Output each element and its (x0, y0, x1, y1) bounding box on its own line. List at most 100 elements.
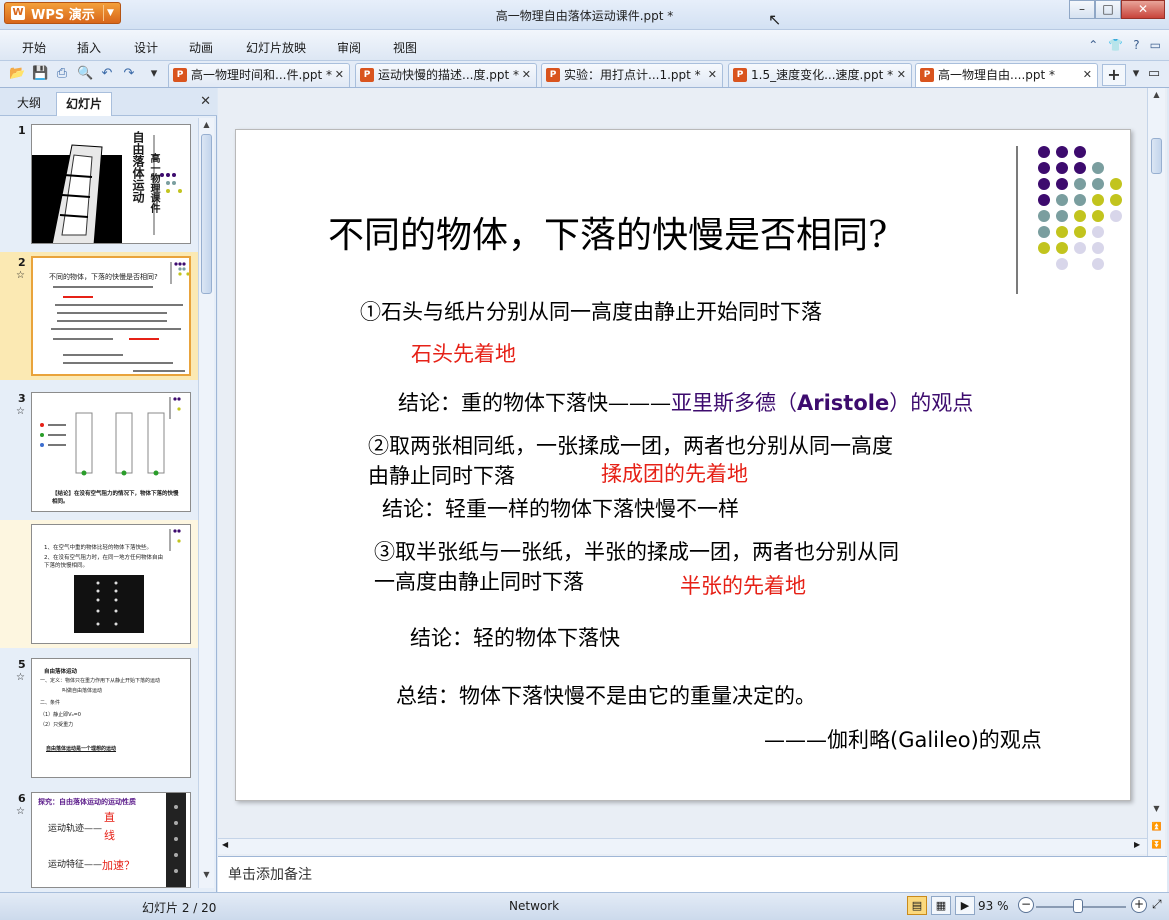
thumbnail-slide-5[interactable]: 5 ☆ 自由落体运动 一、定义：物体只在重力作用下从静止开始下落的运动 叫做自由… (0, 654, 198, 782)
maximize-button[interactable]: □ (1095, 0, 1121, 19)
decorative-divider (1016, 146, 1018, 294)
next-slide-icon[interactable]: ⏬ (1148, 840, 1165, 849)
menu-insert[interactable]: 插入 (77, 39, 101, 56)
scroll-left-icon[interactable]: ◀ (222, 840, 228, 849)
menu-view[interactable]: 视图 (393, 39, 417, 56)
zoom-level: 93 % (978, 899, 1009, 913)
tab-list-dropdown-icon[interactable]: ▾ (1128, 66, 1144, 82)
ppt-file-icon: P (733, 68, 747, 82)
doc-tab-3[interactable]: P 实验：用打点计...1.ppt * ✕ (541, 63, 723, 87)
doc-tab-label: 实验：用打点计...1.ppt * (564, 68, 701, 82)
doc-tab-1[interactable]: P 高一物理时间和...件.ppt * ✕ (168, 63, 350, 87)
thumbnail-slide-6[interactable]: 6 ☆ 探究：自由落体运动的运动性质 运动轨迹—— 直 线 运动特征—— 加速？ (0, 788, 198, 888)
slide-title[interactable]: 不同的物体，下落的快慢是否相同? (328, 206, 887, 258)
slide-number: 2 (18, 256, 26, 269)
slideshow-view-icon[interactable]: ▶ (955, 896, 975, 915)
window-controls: – □ ✕ (1069, 0, 1165, 19)
close-icon[interactable]: ✕ (522, 64, 531, 86)
undo-icon[interactable]: ↶ (99, 66, 115, 82)
thumbnail-slide-3[interactable]: 3 ☆ 【结论】在没有空气阻力的情况下，物体下落的快慢相同。 (0, 388, 198, 516)
thumbnail-line: 自由落体运动是一个理想的运动 (46, 746, 117, 752)
conclusion-2[interactable]: 结论：轻重一样的物体下落快慢不一样 (382, 493, 739, 523)
skin-icon[interactable]: 👕 (1108, 38, 1123, 52)
film-strip-image (166, 793, 186, 887)
zoom-out-button[interactable]: − (1018, 897, 1034, 913)
doc-tab-2[interactable]: P 运动快慢的描述...度.ppt * ✕ (355, 63, 537, 87)
scroll-right-icon[interactable]: ▶ (1134, 840, 1140, 849)
thumbnail-slide-4[interactable]: 1、在空气中重的物体比轻的物体下落快些。 2、在没有空气阻力时，在同一地方任何物… (0, 520, 198, 648)
item-2-line-1[interactable]: ②取两张相同纸，一张揉成一团，两者也分别从同一高度 (368, 430, 893, 460)
scroll-up-icon[interactable]: ▲ (1148, 90, 1165, 99)
slide-thumbnail-panel: 大纲 幻灯片 ✕ 1 自由落体运动 高一物理课件 2 ☆ 不同的物体，下落的快慢… (0, 88, 217, 892)
item-3-result[interactable]: 半张的先着地 (680, 570, 806, 600)
thumbnail-caption: 【结论】在没有空气阻力的情况下，物体下落的快慢相同。 (52, 491, 179, 505)
close-icon[interactable]: ✕ (200, 94, 211, 109)
conclusion-1[interactable]: 结论：重的物体下落快———亚里斯多德（Aristole）的观点 (398, 387, 973, 417)
item-1-result[interactable]: 石头先着地 (411, 338, 516, 368)
tab-restore-icon[interactable]: ▭ (1146, 66, 1162, 82)
slide-number: 6 (18, 792, 26, 805)
menu-slideshow[interactable]: 幻灯片放映 (246, 39, 306, 56)
close-icon[interactable]: ✕ (335, 64, 344, 86)
new-tab-button[interactable]: + (1102, 64, 1126, 86)
print-preview-icon[interactable]: 🔍 (77, 66, 93, 82)
help-icon[interactable]: ? (1133, 38, 1139, 52)
toolbar-dropdown-icon[interactable]: ▾ (146, 66, 162, 82)
print-icon[interactable]: ⎙ (54, 66, 70, 82)
zoom-slider-thumb[interactable] (1073, 899, 1083, 913)
scroll-up-icon[interactable]: ▲ (199, 120, 214, 129)
thumbnail-title: 自由落体运动 (131, 131, 145, 203)
scrollbar-thumb[interactable] (201, 134, 212, 294)
animation-star-icon: ☆ (16, 406, 25, 417)
notes-pane[interactable]: 单击添加备注 (218, 856, 1167, 892)
menu-review[interactable]: 审阅 (337, 39, 361, 56)
doc-tab-4[interactable]: P 1.5_速度变化...速度.ppt * ✕ (728, 63, 912, 87)
close-icon[interactable]: ✕ (708, 64, 717, 86)
summary-text[interactable]: 总结：物体下落快慢不是由它的重量决定的。 (396, 680, 816, 710)
close-icon[interactable]: ✕ (897, 64, 906, 86)
menu-animation[interactable]: 动画 (189, 39, 213, 56)
thumbnail-scrollbar[interactable]: ▲ ▼ (198, 118, 214, 888)
aristotle-name: Aristole (797, 391, 890, 415)
thumbnail-line: （2）只受重力 (40, 722, 74, 728)
scroll-down-icon[interactable]: ▼ (1148, 804, 1165, 813)
slide-vertical-scrollbar[interactable]: ▲ ▼ ⏫ ⏬ (1147, 88, 1165, 856)
conclusion-3[interactable]: 结论：轻的物体下落快 (410, 622, 620, 652)
item-2-result[interactable]: 揉成团的先着地 (601, 458, 748, 488)
menu-design[interactable]: 设计 (134, 39, 158, 56)
conclusion-1-suffix: ）的观点 (889, 391, 974, 415)
redo-icon[interactable]: ↷ (121, 66, 137, 82)
restore-icon[interactable]: ▭ (1150, 38, 1161, 52)
zoom-in-button[interactable]: + (1131, 897, 1147, 913)
save-icon[interactable]: 💾 (32, 66, 48, 82)
previous-slide-icon[interactable]: ⏫ (1148, 822, 1165, 831)
open-folder-icon[interactable]: 📂 (9, 66, 25, 82)
slide-horizontal-scrollbar[interactable]: ◀ ▶ (218, 838, 1147, 854)
doc-tab-5-active[interactable]: P 高一物理自由....ppt * ✕ (915, 63, 1098, 87)
ppt-file-icon: P (920, 68, 934, 82)
item-1-text[interactable]: ①石头与纸片分别从同一高度由静止开始同时下落 (360, 296, 822, 326)
slide-sorter-view-icon[interactable]: ▦ (931, 896, 951, 915)
item-3-line-2[interactable]: 一高度由静止同时下落 (374, 566, 584, 596)
slide-number: 1 (18, 124, 26, 137)
current-slide[interactable]: 不同的物体，下落的快慢是否相同? ①石头与纸片分别从同一高度由静止开始同时下落 … (235, 129, 1131, 801)
close-icon[interactable]: ✕ (1083, 64, 1092, 86)
tab-slides[interactable]: 幻灯片 (56, 92, 113, 116)
thumbnail-slide-2[interactable]: 2 ☆ 不同的物体，下落的快慢是否相同? (0, 252, 198, 380)
item-3-line-1[interactable]: ③取半张纸与一张纸，半张的揉成一团，两者也分别从同 (374, 536, 899, 566)
item-2-line-2[interactable]: 由静止同时下落 (368, 460, 515, 490)
tab-outline[interactable]: 大纲 (8, 92, 50, 116)
thumbnail-preview: 探究：自由落体运动的运动性质 运动轨迹—— 直 线 运动特征—— 加速？ (31, 792, 191, 888)
thumbnail-slide-1[interactable]: 1 自由落体运动 高一物理课件 (0, 120, 198, 245)
scrollbar-thumb[interactable] (1151, 138, 1162, 174)
fit-window-icon[interactable]: ⤢ (1152, 897, 1162, 912)
normal-view-icon[interactable]: ▤ (907, 896, 927, 915)
close-window-button[interactable]: ✕ (1121, 0, 1165, 19)
thumbnail-text-lines (51, 262, 189, 372)
chevron-up-icon[interactable]: ⌃ (1088, 38, 1098, 52)
minimize-button[interactable]: – (1069, 0, 1095, 19)
scroll-down-icon[interactable]: ▼ (199, 870, 214, 879)
galileo-view[interactable]: ———伽利略(Galileo)的观点 (764, 724, 1042, 754)
notes-placeholder: 单击添加备注 (228, 867, 312, 883)
menu-home[interactable]: 开始 (22, 39, 46, 56)
